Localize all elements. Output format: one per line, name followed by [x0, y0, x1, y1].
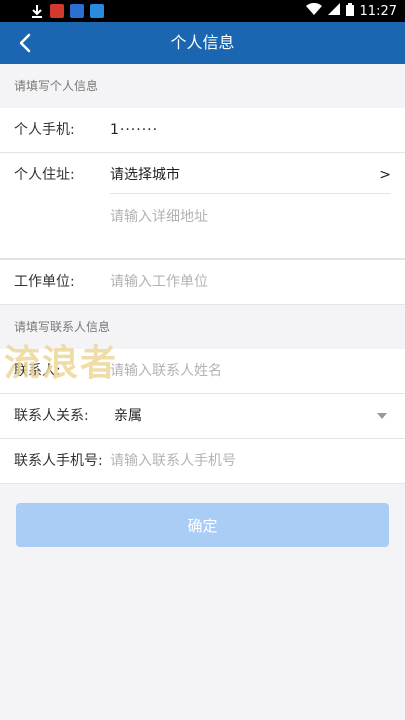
battery-icon [345, 2, 354, 20]
confirm-button[interactable]: 确定 [16, 503, 389, 547]
app-blue-icon [70, 4, 84, 18]
signal-icon [327, 3, 340, 19]
contact-phone-row[interactable]: 联系人手机号: 请输入联系人手机号 [0, 439, 405, 484]
city-value: 请选择城市 [110, 167, 180, 183]
work-row[interactable]: 工作单位: 请输入工作单位 [0, 260, 405, 305]
contact-phone-input[interactable]: 请输入联系人手机号 [110, 439, 236, 484]
detail-address-input[interactable]: 请输入详细地址 [110, 193, 208, 241]
watermark: 流浪者 [4, 343, 119, 384]
contact-phone-label: 联系人手机号: [14, 453, 103, 469]
status-time: 11:27 [359, 3, 397, 19]
work-input[interactable]: 请输入工作单位 [110, 260, 208, 305]
wifi-icon [305, 2, 322, 19]
address-label: 个人住址: [14, 167, 75, 183]
dropdown-arrow-icon[interactable] [377, 413, 387, 419]
download-icon [30, 4, 44, 18]
city-selector[interactable]: 请选择城市 > [110, 153, 391, 194]
phone-value[interactable]: 1······· [110, 108, 158, 153]
nav-bar: 个人信息 [0, 22, 405, 64]
status-notifications [30, 4, 104, 18]
app-blue2-icon [90, 4, 104, 18]
personal-info-card: 个人手机: 1······· 个人住址: 请选择城市 > 请输入详细地址 工作单… [0, 108, 405, 305]
relation-label: 联系人关系: [14, 408, 89, 424]
relation-select[interactable]: 亲属 [114, 394, 142, 439]
status-system: 11:27 [305, 2, 397, 20]
work-label: 工作单位: [14, 274, 75, 290]
relation-row[interactable]: 联系人关系: 亲属 [0, 394, 405, 439]
status-bar: 11:27 [0, 0, 405, 22]
phone-label: 个人手机: [14, 122, 75, 138]
chevron-right-icon: > [379, 167, 391, 183]
address-row: 个人住址: 请选择城市 > 请输入详细地址 [0, 153, 405, 260]
page-title: 个人信息 [170, 33, 235, 52]
phone-row[interactable]: 个人手机: 1······· [0, 108, 405, 153]
contact-name-input[interactable]: 请输入联系人姓名 [110, 349, 222, 394]
personal-section-header: 请填写个人信息 [0, 64, 405, 108]
app-red-icon [50, 4, 64, 18]
back-arrow-icon[interactable] [14, 31, 38, 55]
